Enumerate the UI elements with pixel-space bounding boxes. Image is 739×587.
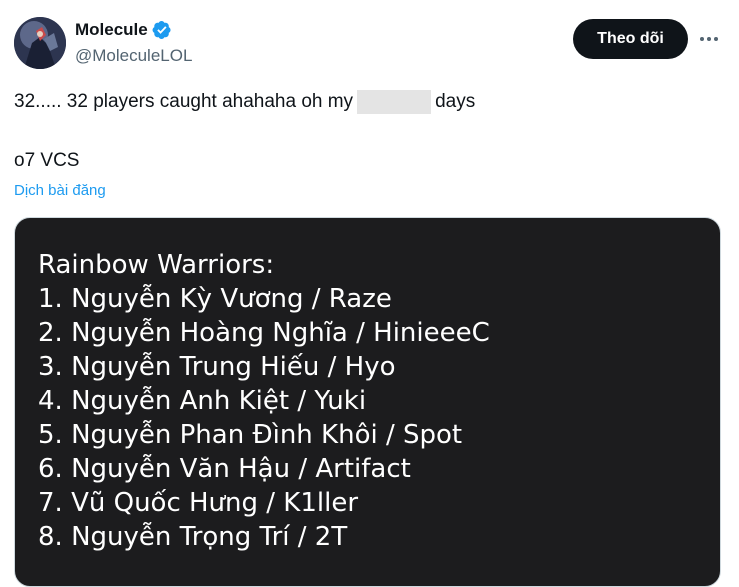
avatar[interactable] xyxy=(14,17,66,69)
media-line: 8. Nguyễn Trọng Trí / 2T xyxy=(38,522,348,552)
avatar-image xyxy=(14,17,66,69)
dot xyxy=(707,37,711,41)
author-name-row: Molecule xyxy=(75,20,172,40)
author-display-name[interactable]: Molecule xyxy=(75,20,148,40)
follow-button[interactable]: Theo dõi xyxy=(573,19,688,59)
tweet-media-image[interactable]: Rainbow Warriors: 1. Nguyễn Kỳ Vương / R… xyxy=(14,217,721,587)
redacted-block xyxy=(357,90,432,114)
media-line: 1. Nguyễn Kỳ Vương / Raze xyxy=(38,284,392,314)
verified-badge-icon xyxy=(152,21,171,39)
tweet-text-suffix: days xyxy=(435,91,476,112)
tweet-text-line1: 32..... 32 players caught ahahaha oh my … xyxy=(14,90,475,114)
translate-post-link[interactable]: Dịch bài đăng xyxy=(14,182,106,199)
media-line: 6. Nguyễn Văn Hậu / Artifact xyxy=(38,454,411,484)
media-line: 7. Vũ Quốc Hưng / K1ller xyxy=(38,488,359,518)
media-line: 5. Nguyễn Phan Đình Khôi / Spot xyxy=(38,420,463,450)
more-options-icon[interactable] xyxy=(696,27,722,51)
media-heading: Rainbow Warriors: xyxy=(38,250,275,280)
media-text-block: Rainbow Warriors: 1. Nguyễn Kỳ Vương / R… xyxy=(38,248,490,554)
media-line: 2. Nguyễn Hoàng Nghĩa / HinieeeC xyxy=(38,318,490,348)
dot xyxy=(714,37,718,41)
media-line: 3. Nguyễn Trung Hiếu / Hyo xyxy=(38,352,396,382)
tweet-text-prefix: 32..... 32 players caught ahahaha oh my xyxy=(14,91,354,112)
dot xyxy=(700,37,704,41)
tweet-text-line2: o7 VCS xyxy=(14,150,80,171)
author-handle[interactable]: @MoleculeLOL xyxy=(75,46,192,66)
media-line: 4. Nguyễn Anh Kiệt / Yuki xyxy=(38,386,367,416)
